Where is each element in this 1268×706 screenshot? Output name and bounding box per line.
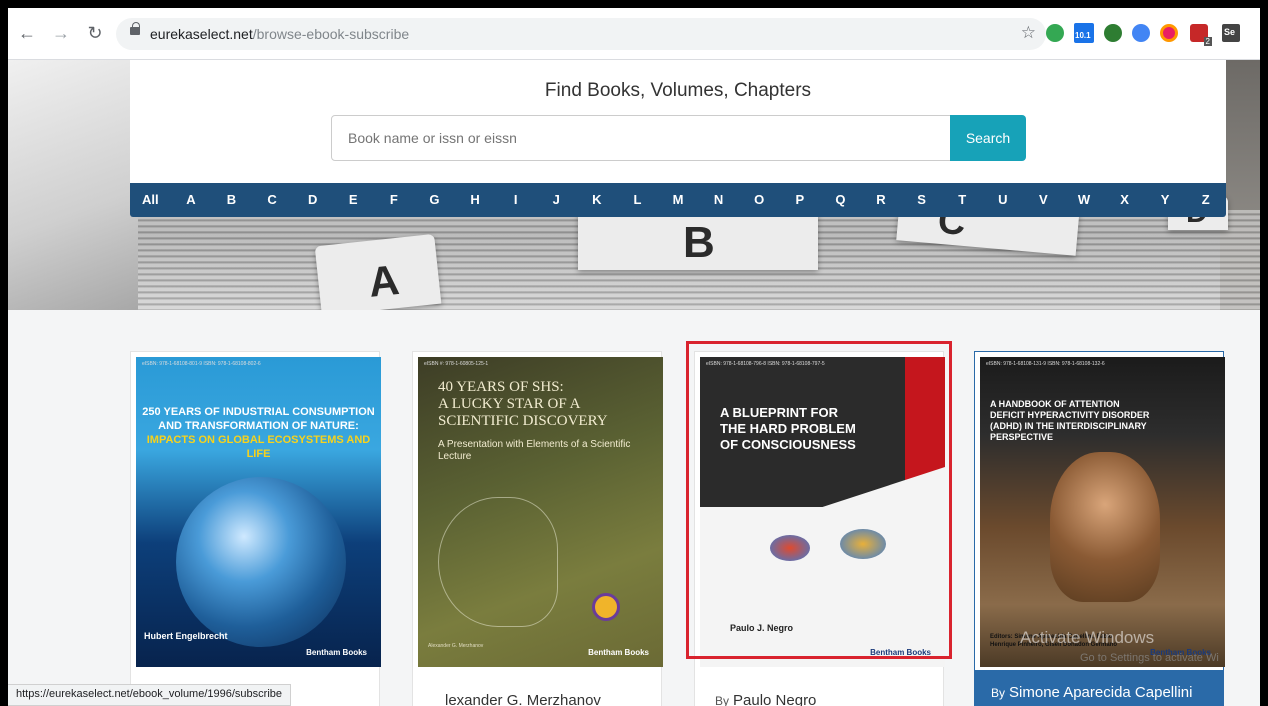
publisher-logo: Bentham Books [306, 648, 367, 657]
cover-author: Alexander G. Merzhanov [428, 643, 484, 649]
seal-emblem [592, 593, 620, 621]
hero-banner: A B C D Find Books, Volumes, Chapters Se… [8, 60, 1260, 310]
windows-activation-watermark: Activate Windows [1020, 628, 1155, 647]
search-title: Find Books, Volumes, Chapters [544, 80, 812, 101]
alphabet-f[interactable]: F [374, 183, 415, 217]
alphabet-a[interactable]: A [171, 183, 212, 217]
index-tab-b: B [578, 210, 818, 270]
bookmark-star-icon[interactable]: ☆ [1021, 23, 1036, 43]
alphabet-q[interactable]: Q [820, 183, 861, 217]
index-tab-a: A [314, 233, 442, 310]
book-author[interactable]: lexander G. Merzhanov [445, 692, 601, 706]
alphabet-n[interactable]: N [698, 183, 739, 217]
back-icon[interactable]: ← [16, 22, 38, 44]
alphabet-b[interactable]: B [211, 183, 252, 217]
alphabet-x[interactable]: X [1104, 183, 1145, 217]
alphabet-m[interactable]: M [658, 183, 699, 217]
alphabet-y[interactable]: Y [1145, 183, 1186, 217]
alphabet-j[interactable]: J [536, 183, 577, 217]
alphabet-t[interactable]: T [942, 183, 983, 217]
hero-left-background [8, 60, 138, 310]
grammarly-extension-icon[interactable] [1046, 24, 1064, 42]
alphabet-g[interactable]: G [414, 183, 455, 217]
browser-toolbar: ← → ↻ eurekaselect.net/browse-ebook-subs… [8, 8, 1260, 60]
cover-title: 250 YEARS OF INDUSTRIAL CONSUMPTION AND … [142, 406, 375, 460]
alphabet-h[interactable]: H [455, 183, 496, 217]
url-text[interactable]: eurekaselect.net/browse-ebook-subscribe [150, 26, 409, 42]
alphabet-u[interactable]: U [982, 183, 1023, 217]
extension-icon-3[interactable] [1104, 24, 1122, 42]
cover-title: A HANDBOOK OF ATTENTION DEFICIT HYPERACT… [990, 399, 1150, 442]
selenium-extension-icon[interactable]: Se [1222, 24, 1240, 42]
publisher-logo: Bentham Books [588, 648, 649, 657]
alphabet-l[interactable]: L [617, 183, 658, 217]
child-reading-image [1050, 452, 1160, 602]
alphabet-p[interactable]: P [780, 183, 821, 217]
alphabet-s[interactable]: S [901, 183, 942, 217]
address-bar[interactable]: eurekaselect.net/browse-ebook-subscribe … [116, 18, 1046, 50]
extension-icon-4[interactable] [1132, 24, 1150, 42]
alphabet-r[interactable]: R [861, 183, 902, 217]
reload-icon[interactable]: ↻ [84, 22, 106, 44]
alphabet-i[interactable]: I [495, 183, 536, 217]
cover-author: Hubert Engelbrecht [144, 631, 228, 641]
ublock-extension-icon[interactable]: 2 [1190, 24, 1212, 46]
search-panel: Find Books, Volumes, Chapters Search [130, 60, 1226, 183]
book-cover[interactable]: eISBN #: 978-1-60805-125-1 40 YEARS OF S… [418, 357, 663, 667]
book-author[interactable]: By Paulo Negro [715, 692, 816, 706]
book-author[interactable]: By Simone Aparecida Capellini [991, 684, 1192, 701]
cover-title: 40 YEARS OF SHS: A LUCKY STAR OF A SCIEN… [438, 379, 608, 429]
alphabet-d[interactable]: D [292, 183, 333, 217]
alphabet-z[interactable]: Z [1185, 183, 1226, 217]
windows-activation-subtext: Go to Settings to activate Wi [1080, 652, 1219, 664]
forward-icon[interactable]: → [50, 22, 72, 44]
lock-icon [130, 22, 140, 35]
alphabet-all[interactable]: All [130, 183, 171, 217]
alphabet-c[interactable]: C [252, 183, 293, 217]
speedtest-extension-icon[interactable]: 10.1 [1074, 23, 1094, 43]
book-card[interactable]: eISBN: 978-1-68108-801-9 ISBN: 978-1-681… [130, 351, 381, 706]
cover-subtitle: A Presentation with Elements of a Scient… [438, 439, 631, 462]
alphabet-filter-bar: All A B C D E F G H I J K L M N O P Q R … [130, 183, 1226, 217]
browser-window: ← → ↻ eurekaselect.net/browse-ebook-subs… [8, 8, 1260, 706]
alphabet-v[interactable]: V [1023, 183, 1064, 217]
book-cover[interactable]: eISBN: 978-1-68108-131-9 ISBN: 978-1-681… [980, 357, 1225, 667]
alphabet-w[interactable]: W [1064, 183, 1105, 217]
search-input[interactable] [331, 115, 951, 161]
book-cover[interactable]: eISBN: 978-1-68108-801-9 ISBN: 978-1-681… [136, 357, 381, 667]
alphabet-o[interactable]: O [739, 183, 780, 217]
alphabet-k[interactable]: K [577, 183, 618, 217]
book-card-footer: By Simone Aparecida Capellini [975, 670, 1223, 706]
extension-icon-5[interactable] [1160, 24, 1178, 42]
search-button[interactable]: Search [950, 115, 1026, 161]
highlight-box [686, 341, 952, 659]
status-bar-url: https://eurekaselect.net/ebook_volume/19… [8, 684, 291, 706]
portrait-sketch [438, 497, 558, 627]
book-card[interactable]: eISBN #: 978-1-60805-125-1 40 YEARS OF S… [412, 351, 663, 706]
alphabet-e[interactable]: E [333, 183, 374, 217]
earth-image [176, 477, 346, 647]
